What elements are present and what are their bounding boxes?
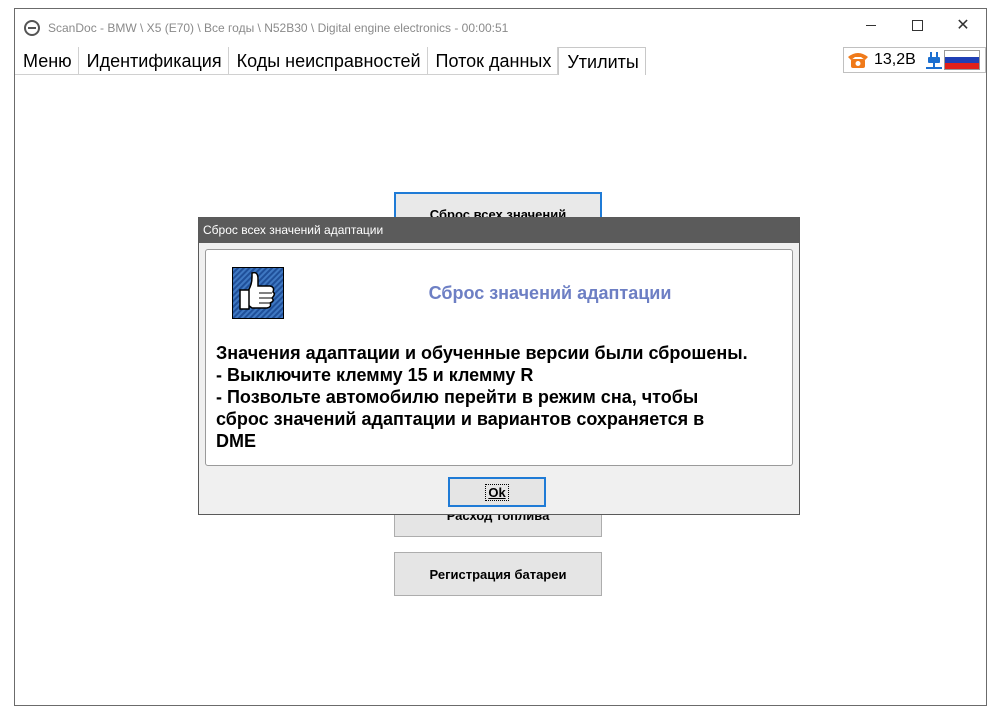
window-controls: ✕ bbox=[848, 9, 986, 41]
thumbs-up-icon bbox=[231, 266, 285, 320]
ok-button-label: Ok bbox=[485, 483, 509, 501]
tab-identification[interactable]: Идентификация bbox=[78, 47, 229, 75]
dialog-panel: Сброс значений адаптации Значения адапта… bbox=[205, 249, 793, 466]
main-tabs: Меню Идентификация Коды неисправностей П… bbox=[15, 47, 646, 75]
app-logo-icon bbox=[24, 20, 40, 36]
status-panel: 13,2B bbox=[843, 47, 986, 73]
message-line: Значения адаптации и обученные версии бы… bbox=[216, 343, 748, 363]
title-bar[interactable]: ScanDoc - BMW \ X5 (E70) \ Все годы \ N5… bbox=[15, 9, 986, 47]
tab-data-stream[interactable]: Поток данных bbox=[427, 47, 559, 75]
tab-menu[interactable]: Меню bbox=[15, 47, 79, 75]
phone-icon bbox=[847, 51, 869, 69]
maximize-icon bbox=[911, 19, 923, 31]
dialog-heading: Сброс значений адаптации bbox=[428, 283, 672, 303]
battery-registration-button[interactable]: Регистрация батареи bbox=[394, 552, 602, 596]
plug-icon bbox=[925, 50, 942, 70]
dialog-title[interactable]: Сброс всех значений адаптации bbox=[199, 218, 799, 243]
russian-flag-icon bbox=[943, 50, 980, 70]
message-line: DME bbox=[216, 431, 256, 451]
minimize-icon bbox=[866, 24, 876, 26]
app-window: ScanDoc - BMW \ X5 (E70) \ Все годы \ N5… bbox=[14, 8, 987, 706]
window-title: ScanDoc - BMW \ X5 (E70) \ Все годы \ N5… bbox=[48, 21, 509, 35]
ok-button[interactable]: Ok bbox=[448, 477, 546, 507]
tab-utilities[interactable]: Утилиты bbox=[558, 47, 646, 75]
message-line: - Позвольте автомобилю перейти в режим с… bbox=[216, 387, 699, 407]
close-button[interactable]: ✕ bbox=[940, 9, 986, 41]
message-line: - Выключите клемму 15 и клемму R bbox=[216, 365, 534, 385]
tab-fault-codes[interactable]: Коды неисправностей bbox=[228, 47, 428, 75]
dialog-message: Значения адаптации и обученные версии бы… bbox=[216, 342, 786, 452]
close-icon: ✕ bbox=[956, 17, 970, 34]
message-line: сброс значений адаптации и вариантов сох… bbox=[216, 409, 705, 429]
voltage-readout: 13,2B bbox=[874, 51, 916, 68]
minimize-button[interactable] bbox=[848, 9, 894, 41]
adaptation-reset-dialog: Сброс всех значений адаптации Сброс знач… bbox=[198, 217, 800, 515]
maximize-button[interactable] bbox=[894, 9, 940, 41]
